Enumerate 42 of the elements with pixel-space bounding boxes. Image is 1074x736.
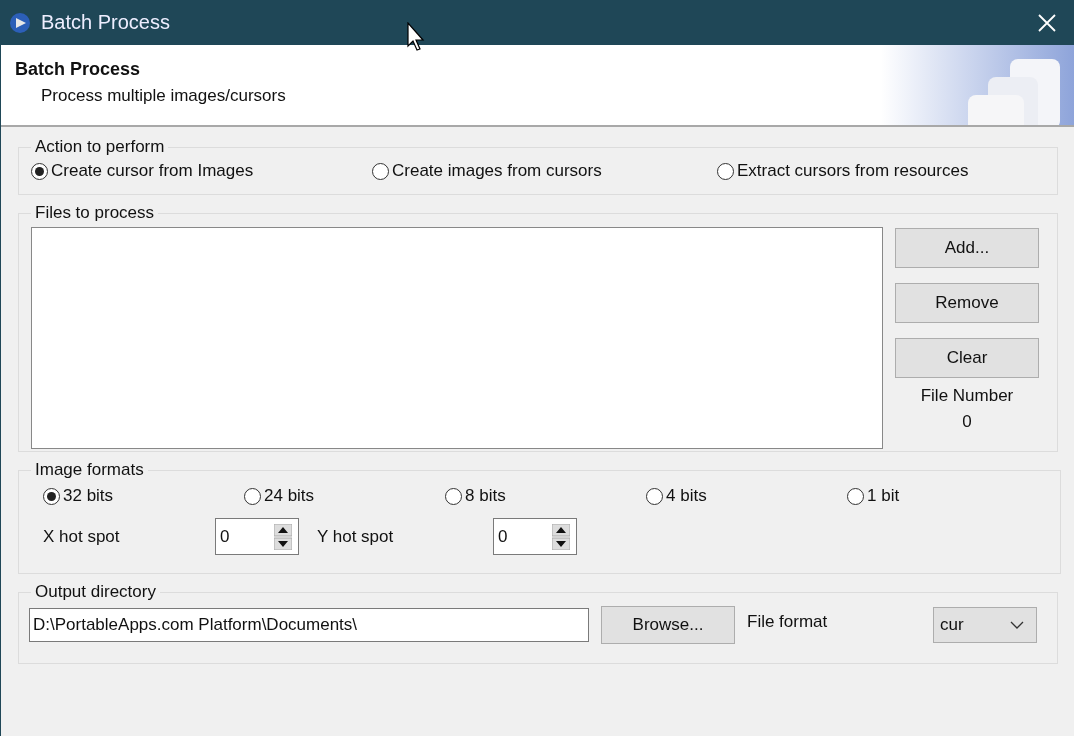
radio-option[interactable]: 8 bits <box>445 486 646 506</box>
browse-button[interactable]: Browse... <box>601 606 735 644</box>
spin-field[interactable]: 0 <box>493 518 577 555</box>
header-subtitle: Process multiple images/cursors <box>41 86 286 106</box>
spin-field[interactable]: 0 <box>215 518 299 555</box>
spin-arrows-icon[interactable] <box>552 523 570 550</box>
hot-spot-label: X hot spot <box>43 526 121 547</box>
group-title: Files to process <box>34 203 156 223</box>
output-path-field[interactable]: D:\PortableApps.com Platform\Documents\ <box>29 608 589 642</box>
radio-option[interactable]: 4 bits <box>646 486 847 506</box>
group-title: Action to perform <box>34 137 166 157</box>
radio-button[interactable] <box>717 162 734 180</box>
header-title: Batch Process <box>15 59 142 80</box>
radio-button[interactable] <box>43 487 60 505</box>
file-number-value: 0 <box>962 412 972 432</box>
radio-option[interactable]: 1 bit <box>847 486 1048 506</box>
app-icon <box>9 11 31 34</box>
file-format-dropdown[interactable]: cur <box>933 607 1037 643</box>
window-title: Batch Process <box>41 11 170 34</box>
chevron-down-icon <box>1010 621 1024 629</box>
group-title: Image formats <box>34 460 145 480</box>
file-number-label: File Number <box>920 386 1014 406</box>
spin-arrows-icon[interactable] <box>274 523 292 550</box>
radio-option[interactable]: 24 bits <box>244 486 445 506</box>
radio-option[interactable]: 32 bits <box>43 486 244 506</box>
radio-option[interactable]: Extract cursors from resources <box>717 161 1017 181</box>
action-button[interactable]: Clear <box>895 338 1039 378</box>
radio-option[interactable]: Create images from cursors <box>372 161 717 181</box>
action-button[interactable]: Add... <box>895 228 1039 268</box>
close-icon[interactable] <box>1038 13 1056 32</box>
group-title: Output directory <box>34 582 157 602</box>
mouse-pointer-icon <box>407 22 427 52</box>
radio-button[interactable] <box>244 487 261 505</box>
radio-button[interactable] <box>31 162 48 180</box>
hot-spot-label: Y hot spot <box>317 526 395 547</box>
radio-button[interactable] <box>847 487 864 505</box>
file-format-label: File format <box>747 612 829 632</box>
radio-button[interactable] <box>445 487 462 505</box>
action-button[interactable]: Remove <box>895 283 1039 323</box>
radio-button[interactable] <box>372 162 389 180</box>
radio-button[interactable] <box>646 487 663 505</box>
radio-option[interactable]: Create cursor from Images <box>31 161 372 181</box>
